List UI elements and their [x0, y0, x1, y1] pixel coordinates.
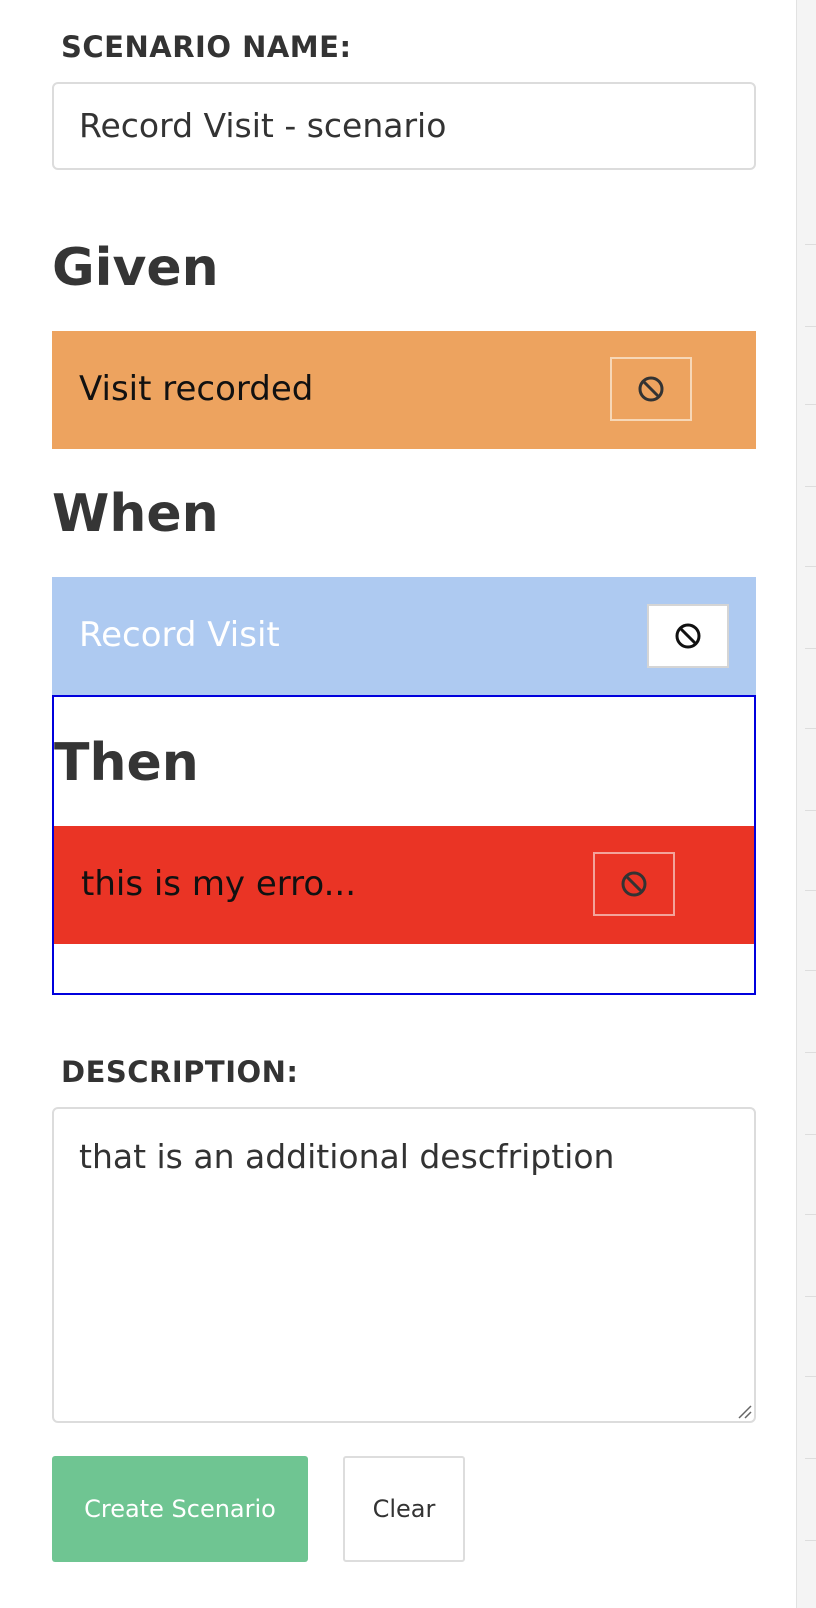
given-step[interactable]: Visit recorded — [52, 331, 756, 449]
then-step-text: this is my erro... — [81, 864, 357, 904]
block-icon — [621, 871, 647, 897]
right-scroll-rail — [796, 0, 816, 1608]
given-step-text: Visit recorded — [79, 369, 314, 409]
when-heading: When — [52, 484, 219, 544]
description-label: DESCRIPTION: — [61, 1055, 299, 1089]
block-icon — [638, 376, 664, 402]
then-heading: Then — [54, 733, 199, 793]
resize-handle-icon[interactable] — [736, 1403, 752, 1419]
when-remove-button[interactable] — [647, 604, 729, 668]
scenario-name-input[interactable]: Record Visit - scenario — [52, 82, 756, 170]
when-step-text: Record Visit — [79, 615, 280, 655]
description-text: that is an additional descfription — [79, 1137, 615, 1176]
then-step[interactable]: this is my erro... — [54, 826, 754, 944]
given-heading: Given — [52, 238, 219, 298]
scenario-name-label: SCENARIO NAME: — [61, 30, 352, 64]
clear-button[interactable]: Clear — [343, 1456, 465, 1562]
given-remove-button[interactable] — [610, 357, 692, 421]
block-icon — [675, 623, 701, 649]
description-textarea[interactable]: that is an additional descfription — [52, 1107, 756, 1423]
then-drop-zone[interactable]: Then this is my erro... — [52, 695, 756, 995]
when-step[interactable]: Record Visit — [52, 577, 756, 695]
create-scenario-button[interactable]: Create Scenario — [52, 1456, 308, 1562]
then-remove-button[interactable] — [593, 852, 675, 916]
